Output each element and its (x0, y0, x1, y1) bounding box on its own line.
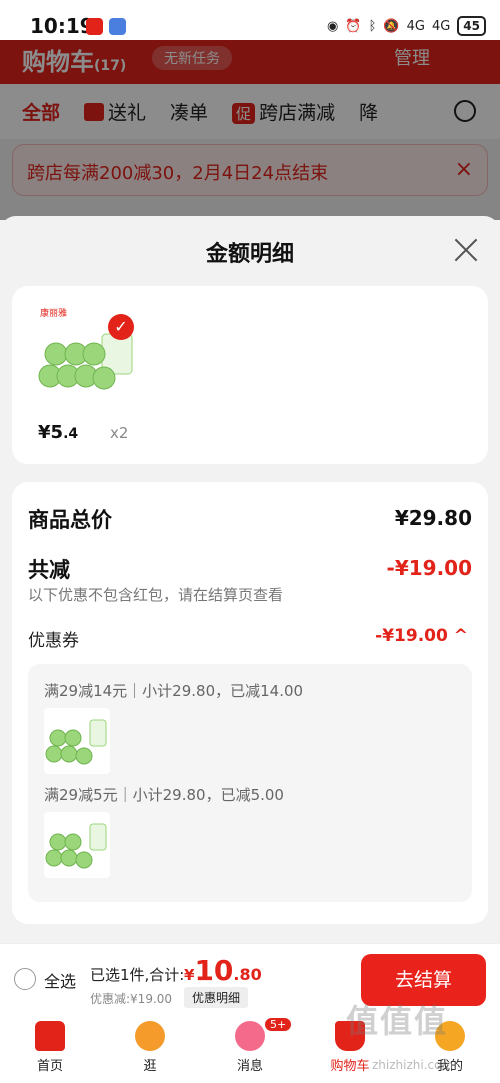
selected-check-icon: ✓ (108, 314, 134, 340)
garbage-bag-rolls-image (45, 719, 107, 765)
coupon-label: 优惠券 (28, 631, 79, 651)
battery-level: 45 (457, 16, 486, 36)
total-reduction-label: 共减 (28, 558, 70, 582)
product-card: 康丽雅 ✓ ¥5.4 x2 (12, 286, 488, 464)
modal-overlay[interactable] (0, 40, 500, 220)
coupon-product-image-1 (44, 708, 110, 774)
product-price: ¥5.4 (38, 422, 79, 443)
discount-amount: 优惠减:¥19.00 (90, 992, 173, 1006)
taobao-notification-icon (86, 18, 103, 35)
tab-browse[interactable]: 逛 (100, 1013, 200, 1083)
home-icon (35, 1021, 65, 1051)
eye-icon: ◉ (327, 18, 339, 34)
close-icon[interactable] (454, 238, 478, 262)
message-icon (235, 1021, 265, 1051)
alarm-icon: ⏰ (345, 18, 362, 34)
status-time: 10:19 (30, 14, 94, 38)
coupon-detail-box: 满29减14元｜小计29.80，已减14.00 满29减5元｜小计29.80，已… (28, 664, 472, 902)
coupon-line-1: 满29减14元｜小计29.80，已减14.00 (44, 682, 304, 700)
select-all-label[interactable]: 全选 (44, 968, 76, 992)
coupon-product-image-2 (44, 812, 110, 878)
mute-icon: 🔕 (383, 18, 400, 34)
notification-icons (86, 18, 126, 35)
coupon-line-2: 满29减5元｜小计29.80，已减5.00 (44, 786, 284, 804)
garbage-bag-rolls-image (45, 823, 107, 869)
bluetooth-icon: ᛒ (368, 18, 377, 34)
message-badge: 5+ (264, 1017, 293, 1032)
reduction-note: 以下优惠不包含红包，请在结算页查看 (28, 586, 284, 604)
amount-detail-sheet: 金额明细 康丽雅 ✓ ¥5.4 x2 商品总价 ¥29.80 共减 -¥19.0… (0, 216, 500, 943)
discount-detail-button[interactable]: 优惠明细 (184, 987, 249, 1008)
watermark-url: zhizhizhi.com (372, 1058, 454, 1072)
signal-2-label: 4G (431, 18, 451, 34)
tab-messages[interactable]: 5+ 消息 (200, 1013, 300, 1083)
system-indicators: ◉ ⏰ ᛒ 🔕 4G 4G 45 (327, 16, 486, 36)
coupon-toggle[interactable]: -¥19.00 ^ (375, 626, 468, 646)
tab-home[interactable]: 首页 (0, 1013, 100, 1083)
browse-icon (135, 1021, 165, 1051)
total-amount: ¥10.80 (184, 954, 262, 987)
total-price-label: 商品总价 (28, 508, 112, 532)
signal-1-label: 4G (406, 18, 425, 34)
svg-text:康丽雅: 康丽雅 (40, 307, 67, 319)
selected-count-label: 已选1件,合计: (90, 966, 185, 984)
total-reduction-value: -¥19.00 (386, 556, 472, 580)
watermark: 值值值 (346, 1002, 449, 1040)
product-quantity: x2 (110, 424, 129, 442)
total-price-value: ¥29.80 (394, 506, 472, 530)
sheet-title: 金额明细 (205, 242, 294, 267)
select-all-radio[interactable] (14, 968, 36, 990)
price-summary-card: 商品总价 ¥29.80 共减 -¥19.00 以下优惠不包含红包，请在结算页查看… (12, 482, 488, 924)
app-notification-icon (109, 18, 126, 35)
